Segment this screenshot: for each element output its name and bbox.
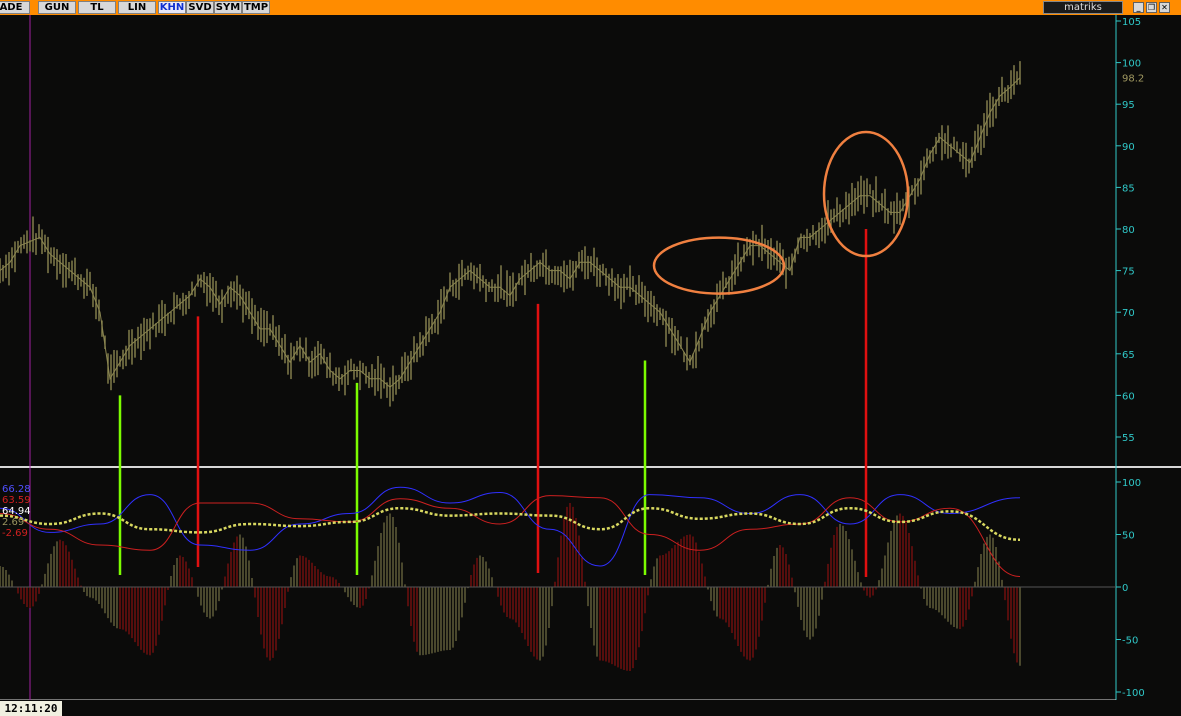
close-icon[interactable]: ✕ xyxy=(1159,2,1170,13)
restore-icon[interactable]: ❐ xyxy=(1146,2,1157,13)
status-bar xyxy=(0,700,1181,716)
clock: 12:11:20 xyxy=(0,701,62,716)
osc-tick-label: 100 xyxy=(1122,478,1141,489)
price-tick-label: 70 xyxy=(1122,308,1135,319)
toolbar-button-sym[interactable]: SYM xyxy=(214,1,242,14)
toolbar-button-tl[interactable]: TL xyxy=(78,1,116,14)
brand-logo: matriks xyxy=(1043,1,1123,14)
toolbar-button-tmp[interactable]: TMP xyxy=(242,1,270,14)
osc-legend-value: -2.69 xyxy=(2,528,28,539)
toolbar-button-lin[interactable]: LIN xyxy=(118,1,156,14)
osc-tick-label: -50 xyxy=(1122,636,1138,647)
osc-legend-value: 64.94 xyxy=(2,506,31,517)
price-tick-label: 100 xyxy=(1122,59,1141,70)
osc-legend-value: 2.69 xyxy=(2,517,24,528)
osc-legend-value: 66.28 xyxy=(2,484,31,495)
price-tick-label: 95 xyxy=(1122,100,1135,111)
toolbar-button-khn[interactable]: KHN xyxy=(158,1,186,14)
osc-legend-value: 63.59 xyxy=(2,495,31,506)
price-tick-label: 90 xyxy=(1122,142,1135,153)
panel-divider xyxy=(0,466,1181,468)
osc-tick-label: 0 xyxy=(1122,583,1128,594)
toolbar-button-ade[interactable]: ADE xyxy=(0,1,30,14)
price-tick-label: 60 xyxy=(1122,391,1135,402)
osc-tick-label: 50 xyxy=(1122,531,1135,542)
price-tick-label: 80 xyxy=(1122,225,1135,236)
toolbar-button-svd[interactable]: SVD xyxy=(186,1,214,14)
minimize-icon[interactable]: _ xyxy=(1133,2,1144,13)
price-tick-label: 55 xyxy=(1122,433,1135,444)
price-tick-label: 65 xyxy=(1122,350,1135,361)
price-tick-label: 105 xyxy=(1122,17,1141,28)
highlight-circle xyxy=(652,236,786,295)
toolbar-button-gun[interactable]: GUN xyxy=(38,1,76,14)
price-tick-label: 85 xyxy=(1122,183,1135,194)
chart-area[interactable]: 55 60 65 70 75 80 85 90 95 100 105 98.2 100 50 0 -50 -10… xyxy=(0,15,1181,701)
price-tick-label: 75 xyxy=(1122,267,1135,278)
osc-tick-label: -100 xyxy=(1122,688,1145,699)
last-value-label: 98.2 xyxy=(1122,74,1144,85)
